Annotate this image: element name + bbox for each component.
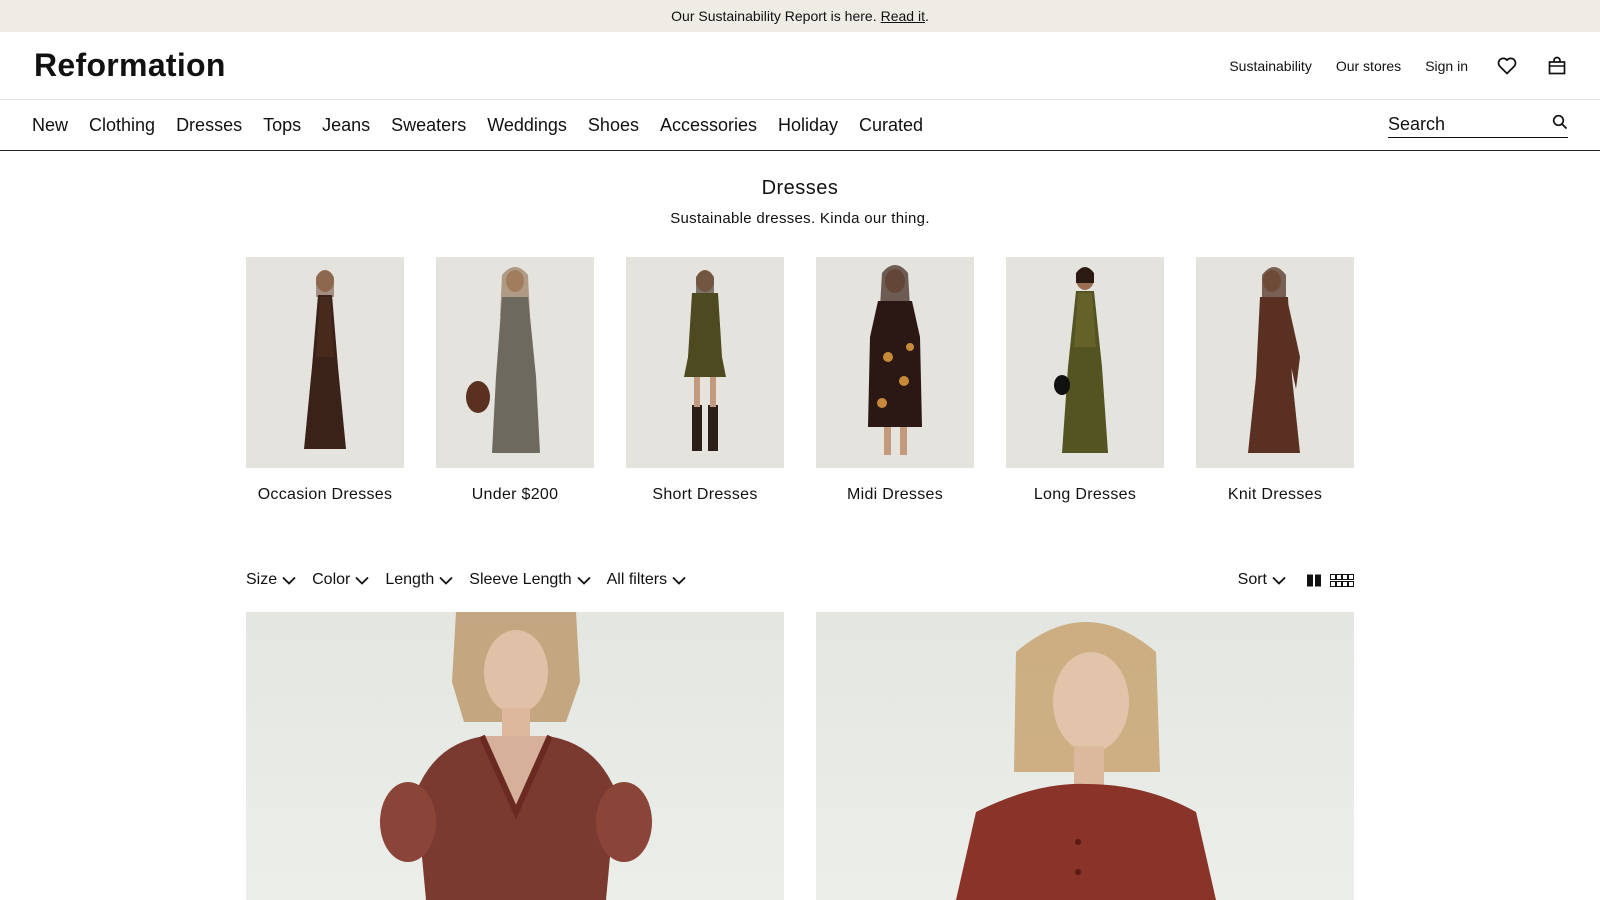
category-image [626,257,784,468]
sort-dropdown[interactable]: Sort [1238,571,1286,589]
site-header: Reformation Sustainability Our stores Si… [0,32,1600,100]
nav-item-holiday[interactable]: Holiday [778,115,838,136]
filter-label: Sleeve Length [469,571,572,588]
search-box [1388,112,1568,138]
category-card[interactable]: Knit Dresses [1196,257,1354,504]
filter-label: Length [385,571,435,588]
promo-text: Our Sustainability Report is here. [671,8,877,24]
sign-in-link[interactable]: Sign in [1425,58,1468,74]
filter-color[interactable]: Color [312,571,369,589]
category-image [436,257,594,468]
category-label: Under $200 [471,486,559,503]
category-label: Long Dresses [1033,486,1137,503]
category-card[interactable]: Short Dresses [626,257,784,504]
filter-label: Size [246,571,278,588]
category-label: Knit Dresses [1227,486,1323,503]
grid-2-view-icon[interactable] [1306,574,1322,587]
filter-length[interactable]: Length [385,571,453,589]
filter-sleeve-length[interactable]: Sleeve Length [469,571,591,589]
promo-banner: Our Sustainability Report is here. Read … [0,0,1600,32]
category-label: Occasion Dresses [257,486,393,503]
nav-item-curated[interactable]: Curated [859,115,923,136]
category-image [1006,257,1164,468]
page-subtitle: Sustainable dresses. Kinda our thing. [670,210,930,227]
nav-item-clothing[interactable]: Clothing [89,115,155,136]
filter-size[interactable]: Size [246,571,296,589]
category-card[interactable]: Midi Dresses [816,257,974,504]
nav-item-sweaters[interactable]: Sweaters [391,115,466,136]
main-nav: New Clothing Dresses Tops Jeans Sweaters… [0,100,1600,151]
nav-item-weddings[interactable]: Weddings [487,115,567,136]
promo-period: . [924,8,929,24]
our-stores-link[interactable]: Our stores [1336,58,1401,74]
category-card[interactable]: Long Dresses [1006,257,1164,504]
category-carousel: Occasion Dresses Under $200 Short Dresse… [246,257,1354,504]
nav-item-dresses[interactable]: Dresses [176,115,242,136]
chevron-down-icon [576,576,591,585]
filter-all-filters[interactable]: All filters [607,571,686,589]
filter-list: Size Color Length Sleeve Length All filt… [246,571,702,589]
category-card[interactable]: Occasion Dresses [246,257,404,504]
promo-read-link[interactable]: Read it [881,8,925,24]
nav-item-tops[interactable]: Tops [263,115,301,136]
page-title: Dresses [761,177,839,199]
nav-item-accessories[interactable]: Accessories [660,115,757,136]
category-label: Midi Dresses [846,486,944,503]
utility-nav: Sustainability Our stores Sign in [1205,55,1568,77]
bag-icon[interactable] [1546,55,1568,77]
product-card[interactable] [246,612,784,900]
chevron-down-icon [672,576,686,585]
category-image [1196,257,1354,468]
category-label: Short Dresses [652,486,758,503]
category-image [816,257,974,468]
product-image [380,612,652,900]
filter-label: All filters [606,571,668,588]
logo[interactable]: Reformation [34,47,226,84]
nav-item-shoes[interactable]: Shoes [588,115,639,136]
filter-label: Color [312,571,351,588]
category-card[interactable]: Under $200 [436,257,594,504]
product-card[interactable] [816,612,1354,900]
heart-icon[interactable] [1496,55,1518,77]
nav-item-new[interactable]: New [32,115,68,136]
page-header: Dresses Sustainable dresses. Kinda our t… [0,177,1600,227]
sort-view-controls: Sort [1238,571,1354,589]
chevron-down-icon [1272,576,1286,585]
filter-bar: Size Color Length Sleeve Length All filt… [246,571,1354,589]
nav-items: New Clothing Dresses Tops Jeans Sweaters… [32,115,944,136]
sort-label: Sort [1237,571,1267,588]
product-grid [246,612,1354,900]
search-input[interactable] [1388,114,1528,135]
chevron-down-icon [439,576,453,585]
sustainability-link[interactable]: Sustainability [1229,58,1312,74]
nav-item-jeans[interactable]: Jeans [322,115,370,136]
category-image [246,257,404,468]
grid-4-view-icon[interactable] [1330,573,1354,587]
chevron-down-icon [355,576,369,585]
chevron-down-icon [282,576,296,585]
product-image [956,622,1216,900]
search-icon[interactable] [1552,114,1568,135]
